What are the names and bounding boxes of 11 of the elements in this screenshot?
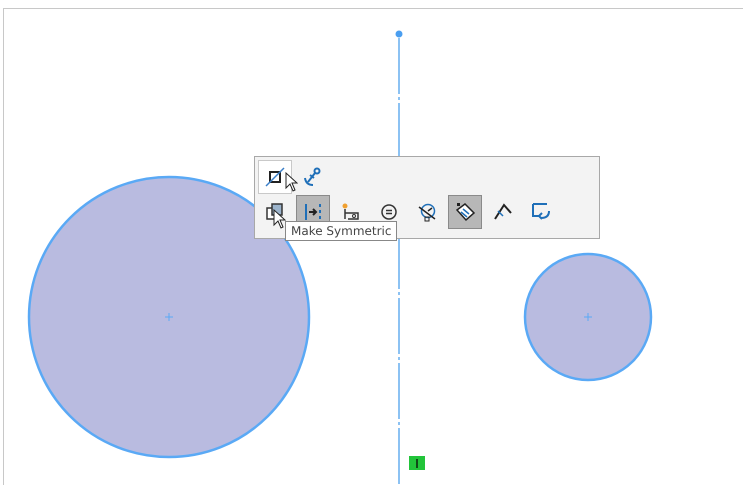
center-mark bbox=[584, 312, 592, 322]
construction-icon bbox=[264, 166, 286, 188]
symmetric-icon bbox=[302, 201, 324, 223]
center-mark bbox=[164, 312, 174, 322]
tooltip: Make Symmetric bbox=[285, 221, 398, 241]
toolbar-button[interactable] bbox=[448, 195, 482, 229]
cursor-icon bbox=[285, 172, 298, 192]
cursor-icon bbox=[273, 209, 286, 229]
relation-icon bbox=[409, 456, 425, 470]
endpoint bbox=[396, 30, 402, 38]
toolbar-button[interactable] bbox=[258, 160, 292, 194]
